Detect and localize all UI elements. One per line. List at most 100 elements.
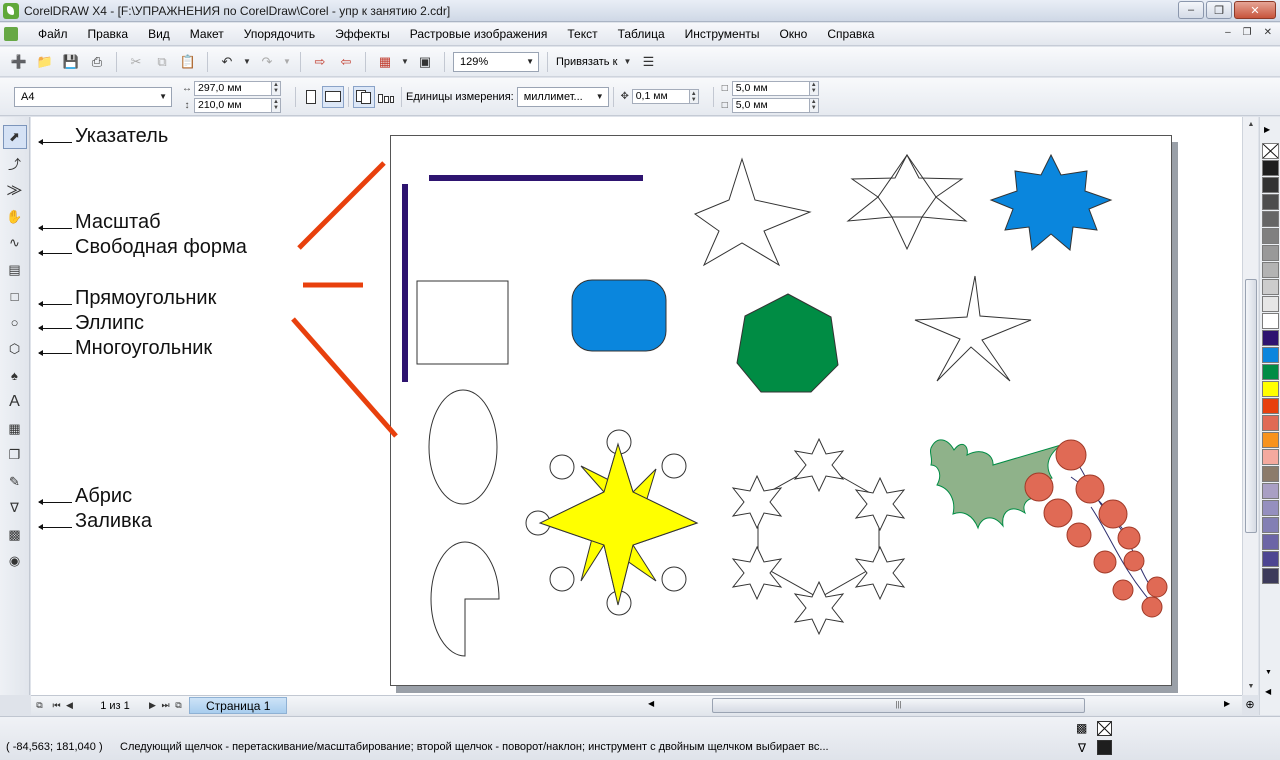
last-page-icon[interactable]: ⏭ bbox=[159, 700, 172, 711]
fill-bucket-icon[interactable]: ▩ bbox=[3, 523, 27, 547]
palette-swatch[interactable] bbox=[1262, 245, 1279, 261]
outline-color-swatch[interactable] bbox=[1097, 740, 1112, 755]
redo-icon[interactable]: ↷ bbox=[256, 51, 278, 73]
outline-star-5[interactable] bbox=[693, 157, 812, 267]
drawing-workspace[interactable]: Указатель Масштаб Свободная форма Прямоу… bbox=[31, 117, 1242, 695]
vertical-scrollbar[interactable]: ▲ ▼ bbox=[1242, 117, 1258, 695]
units-combo[interactable]: миллимет... ▼ bbox=[516, 86, 609, 107]
scroll-left-icon[interactable]: ◀ bbox=[648, 699, 654, 708]
duplicate-x-spinner[interactable]: ▲ ▼ bbox=[809, 80, 819, 96]
doc-close-icon[interactable]: ✕ bbox=[1264, 27, 1272, 38]
scroll-right-icon[interactable]: ▶ bbox=[1224, 699, 1230, 708]
close-icon[interactable]: ✕ bbox=[1234, 1, 1276, 19]
ellipse-tool-icon[interactable]: ○ bbox=[3, 311, 27, 335]
new-document-icon[interactable]: ➕ bbox=[8, 51, 30, 73]
height-spinner[interactable]: ▲ ▼ bbox=[272, 97, 281, 113]
fill-color-swatch[interactable] bbox=[1097, 721, 1112, 736]
smart-fill-icon[interactable]: ▤ bbox=[3, 258, 27, 282]
berry[interactable] bbox=[1146, 576, 1168, 598]
palette-swatch[interactable] bbox=[1262, 160, 1279, 176]
vertical-scroll-thumb[interactable] bbox=[1245, 279, 1257, 533]
menu-effects[interactable]: Эффекты bbox=[325, 24, 400, 45]
menu-tools[interactable]: Инструменты bbox=[675, 24, 770, 45]
shape-tool-icon[interactable]: ⤴ bbox=[3, 152, 27, 176]
outline-pen-icon[interactable]: ∇ bbox=[3, 496, 27, 520]
menu-view[interactable]: Вид bbox=[138, 24, 180, 45]
berry[interactable] bbox=[1117, 526, 1141, 550]
palette-swatch[interactable] bbox=[1262, 534, 1279, 550]
palette-swatch[interactable] bbox=[1262, 330, 1279, 346]
palette-swatch[interactable] bbox=[1262, 177, 1279, 193]
palette-expand-icon[interactable]: ◀ bbox=[1265, 687, 1271, 696]
palette-swatch[interactable] bbox=[1262, 398, 1279, 414]
berry[interactable] bbox=[1112, 579, 1134, 601]
palette-swatch[interactable] bbox=[1262, 551, 1279, 567]
palette-scroll-down-icon[interactable]: ▼ bbox=[1265, 669, 1272, 676]
coreldraw-app-icon[interactable] bbox=[3, 2, 19, 19]
export-icon[interactable]: ⇦ bbox=[335, 51, 357, 73]
snap-to-button[interactable]: Привязать к bbox=[556, 56, 617, 68]
duplicate-x-field[interactable]: □ 5,0 мм ▲ ▼ bbox=[718, 80, 819, 96]
scroll-down-icon[interactable]: ▼ bbox=[1243, 683, 1259, 690]
berry[interactable] bbox=[1043, 498, 1073, 528]
palette-swatch[interactable] bbox=[1262, 449, 1279, 465]
nudge-distance-field[interactable]: ✥ 0,1 мм ▲ ▼ bbox=[618, 89, 699, 104]
add-page-after-icon[interactable]: ⧉ bbox=[172, 700, 185, 711]
menu-table[interactable]: Таблица bbox=[608, 24, 675, 45]
page-tab[interactable]: Страница 1 bbox=[189, 697, 288, 714]
rectangle-tool-icon[interactable]: □ bbox=[3, 284, 27, 308]
open-folder-icon[interactable]: 📁 bbox=[34, 51, 56, 73]
zoom-level-combo[interactable]: 129% ▼ bbox=[453, 51, 539, 72]
duplicate-y-value[interactable]: 5,0 мм bbox=[731, 97, 810, 113]
palette-swatch[interactable] bbox=[1262, 228, 1279, 244]
pick-tool-icon[interactable]: ⬈ bbox=[2, 125, 27, 149]
welcome-screen-icon[interactable]: ▣ bbox=[414, 51, 436, 73]
navigator-icon[interactable]: ⊕ bbox=[1243, 698, 1257, 712]
undo-dropdown-icon[interactable]: ▼ bbox=[242, 51, 252, 73]
restore-icon[interactable]: ❐ bbox=[1206, 1, 1232, 19]
page-height-value[interactable]: 210,0 мм bbox=[194, 97, 272, 113]
palette-scroll-up-icon[interactable]: ▶ bbox=[1264, 125, 1270, 134]
berry[interactable] bbox=[1093, 550, 1117, 574]
table-tool-icon[interactable]: ▦ bbox=[3, 417, 27, 441]
berry[interactable] bbox=[1066, 522, 1092, 548]
berry[interactable] bbox=[1098, 499, 1128, 529]
next-page-icon[interactable]: ▶ bbox=[146, 700, 159, 711]
document-icon[interactable] bbox=[4, 27, 18, 41]
outline-rectangle[interactable] bbox=[416, 280, 509, 365]
berry[interactable] bbox=[1141, 596, 1163, 618]
palette-swatch[interactable] bbox=[1262, 500, 1279, 516]
outline-pie-shape[interactable] bbox=[430, 541, 500, 657]
add-page-before-icon[interactable]: ⧉ bbox=[33, 700, 46, 711]
berry[interactable] bbox=[1055, 439, 1087, 471]
palette-swatch[interactable] bbox=[1262, 517, 1279, 533]
palette-swatch[interactable] bbox=[1262, 432, 1279, 448]
horizontal-scroll-thumb[interactable]: ||| bbox=[712, 698, 1085, 713]
blue-rounded-rectangle[interactable] bbox=[571, 279, 667, 352]
palette-swatch[interactable] bbox=[1262, 381, 1279, 397]
eyedropper-icon[interactable]: ✎ bbox=[3, 470, 27, 494]
palette-swatch[interactable] bbox=[1262, 279, 1279, 295]
outline-thin-star[interactable] bbox=[914, 275, 1032, 382]
cut-icon[interactable]: ✂ bbox=[125, 51, 147, 73]
berry[interactable] bbox=[1075, 474, 1105, 504]
palette-swatch[interactable] bbox=[1262, 364, 1279, 380]
save-icon[interactable]: 💾 bbox=[60, 51, 82, 73]
palette-swatch[interactable] bbox=[1262, 194, 1279, 210]
doc-minimize-icon[interactable]: – bbox=[1225, 27, 1231, 38]
basic-shapes-icon[interactable]: ♠ bbox=[3, 364, 27, 388]
undo-icon[interactable]: ↶ bbox=[216, 51, 238, 73]
palette-swatch[interactable] bbox=[1262, 211, 1279, 227]
palette-swatch[interactable] bbox=[1262, 313, 1279, 329]
interactive-blend-icon[interactable]: ❐ bbox=[3, 443, 27, 467]
duplicate-x-value[interactable]: 5,0 мм bbox=[731, 80, 810, 96]
scroll-up-icon[interactable]: ▲ bbox=[1243, 121, 1259, 128]
text-tool-icon[interactable]: A bbox=[3, 390, 27, 414]
palette-swatch[interactable] bbox=[1262, 415, 1279, 431]
menu-bitmaps[interactable]: Растровые изображения bbox=[400, 24, 558, 45]
palette-swatch[interactable] bbox=[1262, 143, 1279, 159]
minimize-icon[interactable]: – bbox=[1178, 1, 1204, 19]
redo-dropdown-icon[interactable]: ▼ bbox=[282, 51, 292, 73]
menu-file[interactable]: Файл bbox=[28, 24, 78, 45]
all-pages-button[interactable] bbox=[353, 85, 375, 108]
